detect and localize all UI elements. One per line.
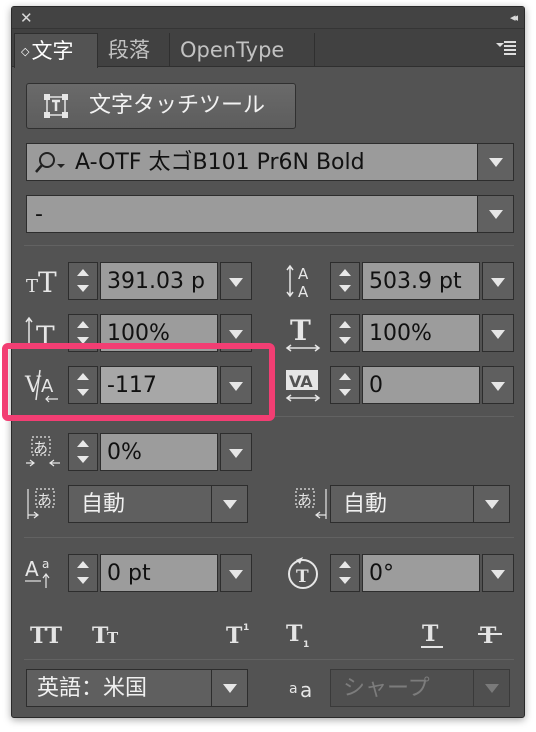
chevron-down-icon xyxy=(473,670,509,706)
svg-text:T: T xyxy=(290,314,311,347)
touch-type-label: 文字タッチツール xyxy=(89,93,266,118)
character-rotation-input[interactable]: 0° xyxy=(362,554,480,592)
svg-text:あ: あ xyxy=(37,491,52,509)
strikethrough-icon[interactable]: T xyxy=(476,619,506,649)
tracking-stepper[interactable] xyxy=(330,366,360,404)
chevron-down-icon[interactable] xyxy=(473,486,509,522)
baseline-shift-icon: A a xyxy=(25,557,50,588)
character-rotation-stepper[interactable] xyxy=(330,554,360,592)
kerning-highlight xyxy=(2,343,275,421)
tsume-stepper[interactable] xyxy=(68,433,98,471)
chevron-down-icon[interactable] xyxy=(482,366,514,404)
svg-text:T: T xyxy=(107,629,119,647)
tab-label: 段落 xyxy=(108,38,150,62)
antialiasing-icon: a a xyxy=(289,678,312,702)
tracking-icon: VA xyxy=(285,370,321,402)
chevron-down-icon[interactable] xyxy=(482,262,514,300)
tab-paragraph[interactable]: 段落 xyxy=(98,33,170,67)
language-value: 英語：米国 xyxy=(37,676,148,701)
baseline-shift-stepper[interactable] xyxy=(68,554,98,592)
panel-titlebar: ✕ ◂◂ xyxy=(12,7,524,29)
tracking-input[interactable]: 0 xyxy=(362,366,480,404)
chevron-down-icon[interactable] xyxy=(220,554,252,592)
collapse-icon[interactable]: ◂◂ xyxy=(510,9,518,27)
baseline-shift-input[interactable]: 0 pt xyxy=(100,554,218,592)
svg-text:T: T xyxy=(480,623,497,649)
chevron-down-icon[interactable] xyxy=(211,486,247,522)
aki-left-dropdown[interactable]: 自動 xyxy=(68,485,248,523)
aki-left-icon: あ xyxy=(27,488,55,519)
horizontal-scale-icon: T xyxy=(285,314,321,352)
touch-type-tool-button[interactable]: 文字タッチツール xyxy=(26,83,296,129)
small-caps-icon[interactable]: T T xyxy=(90,619,130,649)
leading-input[interactable]: 503.9 pt xyxy=(362,262,480,300)
svg-text:a: a xyxy=(42,557,49,571)
chevron-down-icon[interactable] xyxy=(220,262,252,300)
close-icon[interactable]: ✕ xyxy=(20,8,33,28)
font-size-input[interactable]: 391.03 p xyxy=(100,262,218,300)
svg-text:1: 1 xyxy=(243,623,249,633)
svg-text:A: A xyxy=(298,283,309,300)
chevron-down-icon[interactable] xyxy=(477,196,513,232)
svg-text:T: T xyxy=(226,623,243,649)
divider xyxy=(24,537,514,538)
underline-icon[interactable]: T xyxy=(418,619,448,649)
font-style-dropdown[interactable]: - xyxy=(26,195,514,233)
font-size-icon: T T xyxy=(26,266,57,299)
chevron-down-icon[interactable] xyxy=(477,144,513,180)
horizontal-scale-stepper[interactable] xyxy=(330,314,360,352)
panel-menu-icon[interactable] xyxy=(496,41,516,55)
font-family-value: A-OTF 太ゴB101 Pr6N Bold xyxy=(75,150,365,175)
tsume-input[interactable]: 0% xyxy=(100,433,218,471)
font-family-dropdown[interactable]: A-OTF 太ゴB101 Pr6N Bold xyxy=(26,143,514,181)
svg-text:T: T xyxy=(38,266,57,299)
svg-text:a: a xyxy=(300,678,312,702)
svg-text:TT: TT xyxy=(30,623,63,649)
svg-text:あ: あ xyxy=(33,439,48,457)
all-caps-icon[interactable]: TT xyxy=(28,619,68,649)
svg-text:T: T xyxy=(422,621,439,647)
tab-label: 文字 xyxy=(31,39,74,63)
touch-type-icon xyxy=(44,94,68,118)
divider xyxy=(24,659,514,660)
antialiasing-dropdown: シャープ xyxy=(330,669,510,707)
updown-icon: ◇ xyxy=(21,45,30,58)
aki-right-dropdown[interactable]: 自動 xyxy=(330,485,510,523)
svg-text:あ: あ xyxy=(297,491,312,509)
svg-text:T: T xyxy=(286,621,303,647)
chevron-down-icon[interactable] xyxy=(211,670,247,706)
divider xyxy=(24,245,514,246)
svg-text:VA: VA xyxy=(289,372,313,391)
leading-stepper[interactable] xyxy=(330,262,360,300)
svg-text:1: 1 xyxy=(303,640,309,649)
tab-opentype[interactable]: OpenType xyxy=(170,33,315,67)
character-rotation-icon: T xyxy=(288,557,318,589)
subscript-icon[interactable]: T 1 xyxy=(284,619,324,649)
tab-character[interactable]: ◇文字 xyxy=(14,33,98,68)
superscript-icon[interactable]: T 1 xyxy=(224,619,264,649)
svg-text:A: A xyxy=(298,265,309,283)
leading-icon: A A xyxy=(286,264,309,300)
tsume-icon: あ xyxy=(26,436,60,467)
horizontal-scale-input[interactable]: 100% xyxy=(362,314,480,352)
font-size-stepper[interactable] xyxy=(68,262,98,300)
aki-left-value: 自動 xyxy=(81,492,126,517)
tab-label: OpenType xyxy=(180,38,285,62)
svg-text:T: T xyxy=(296,567,309,587)
font-style-value: - xyxy=(35,202,43,227)
chevron-down-icon[interactable] xyxy=(482,314,514,352)
chevron-down-icon[interactable] xyxy=(220,433,252,471)
svg-text:T: T xyxy=(26,276,38,297)
font-search-icon[interactable] xyxy=(35,150,69,176)
aki-right-value: 自動 xyxy=(343,492,388,517)
svg-text:a: a xyxy=(289,681,298,697)
antialiasing-value: シャープ xyxy=(343,676,430,701)
chevron-down-icon[interactable] xyxy=(482,554,514,592)
svg-text:A: A xyxy=(25,557,39,581)
language-dropdown[interactable]: 英語：米国 xyxy=(26,669,248,707)
tab-bar: ◇文字 段落 OpenType xyxy=(12,29,524,68)
aki-right-icon: あ xyxy=(295,488,327,519)
